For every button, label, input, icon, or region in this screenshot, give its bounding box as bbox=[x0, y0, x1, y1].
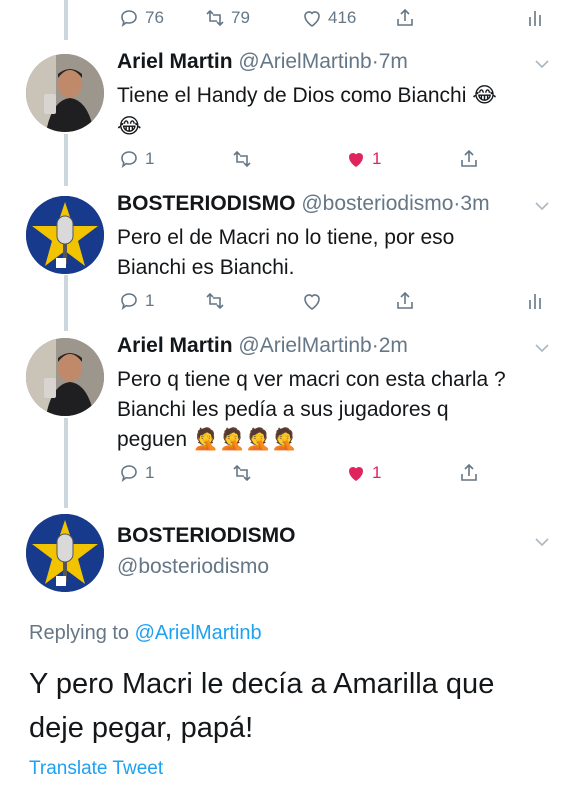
retweet-count: 79 bbox=[231, 8, 250, 27]
user-handle[interactable]: @bosteriodismo bbox=[117, 555, 269, 579]
tweet-text-line: Bianchi les pedía a sus jugadores q bbox=[117, 398, 449, 421]
chevron-down-icon[interactable] bbox=[532, 532, 552, 552]
share-button[interactable] bbox=[393, 6, 417, 30]
tweet-actions: 1 1 bbox=[0, 147, 576, 177]
tweet-actions: 1 1 bbox=[0, 461, 576, 491]
reply-button[interactable]: 1 bbox=[117, 147, 154, 171]
like-button[interactable] bbox=[300, 289, 324, 313]
avatar[interactable] bbox=[26, 54, 104, 132]
reply-count: 1 bbox=[145, 463, 155, 482]
user-handle[interactable]: @ArielMartinb bbox=[238, 50, 371, 73]
reply-icon bbox=[121, 465, 137, 482]
translate-tweet-link[interactable]: Translate Tweet bbox=[29, 758, 163, 780]
tweet-header: BOSTERIODISMO @bosteriodismo·3m bbox=[117, 192, 490, 216]
like-count: 416 bbox=[328, 8, 357, 27]
timestamp: 2m bbox=[378, 334, 408, 357]
avatar[interactable] bbox=[26, 196, 104, 274]
display-name[interactable]: BOSTERIODISMO bbox=[117, 192, 296, 215]
user-handle[interactable]: @bosteriodismo bbox=[301, 192, 453, 215]
like-button[interactable]: 416 bbox=[300, 6, 356, 30]
like-button[interactable]: 1 bbox=[344, 461, 381, 485]
reply-icon bbox=[121, 293, 137, 310]
avatar[interactable] bbox=[26, 514, 104, 592]
tweet[interactable]: Ariel Martin @ArielMartinb·7m Tiene el H… bbox=[0, 50, 576, 190]
share-icon bbox=[461, 463, 477, 481]
replying-to-label: Replying to bbox=[29, 622, 130, 644]
tweet[interactable]: BOSTERIODISMO @bosteriodismo·3m Pero el … bbox=[0, 192, 576, 332]
reply-button[interactable]: 1 bbox=[117, 461, 154, 485]
tweet-text-line: 😂 bbox=[117, 114, 142, 138]
analytics-icon bbox=[529, 294, 541, 309]
heart-icon bbox=[304, 294, 320, 310]
chevron-down-icon[interactable] bbox=[532, 338, 552, 358]
tweet-text-line: peguen 🤦🤦🤦🤦 bbox=[117, 428, 298, 451]
avatar-image bbox=[26, 514, 104, 592]
analytics-button[interactable] bbox=[524, 6, 548, 30]
display-name[interactable]: BOSTERIODISMO bbox=[117, 524, 296, 548]
tweet-text-line: Y pero Macri le decía a Amarilla que bbox=[29, 668, 495, 700]
heart-icon bbox=[304, 11, 320, 27]
tweet-text: Pero q tiene q ver macri con esta charla… bbox=[117, 365, 547, 455]
tweet-header: Ariel Martin @ArielMartinb·2m bbox=[117, 334, 408, 358]
mention-link[interactable]: @ArielMartinb bbox=[135, 622, 262, 644]
tweet-header: Ariel Martin @ArielMartinb·7m bbox=[117, 50, 408, 74]
reply-count: 76 bbox=[145, 8, 164, 27]
retweet-button[interactable] bbox=[230, 461, 254, 485]
share-icon bbox=[397, 291, 413, 309]
timestamp: 7m bbox=[378, 50, 408, 73]
like-count: 1 bbox=[372, 463, 382, 482]
avatar[interactable] bbox=[26, 338, 104, 416]
heart-filled-icon bbox=[349, 467, 363, 481]
retweet-button[interactable]: 79 bbox=[203, 6, 250, 30]
retweet-icon bbox=[206, 292, 224, 310]
timestamp: 3m bbox=[460, 192, 490, 215]
tweet-text-line: deje pegar, papá! bbox=[29, 712, 254, 744]
tweet-actions: 76 79 416 bbox=[0, 6, 576, 36]
reply-count: 1 bbox=[145, 291, 155, 310]
replying-to: Replying to @ArielMartinb bbox=[29, 622, 262, 645]
heart-filled-icon bbox=[349, 153, 363, 167]
retweet-button[interactable] bbox=[230, 147, 254, 171]
retweet-icon bbox=[233, 150, 251, 168]
tweet-text-line: Pero q tiene q ver macri con esta charla… bbox=[117, 368, 506, 391]
user-handle[interactable]: @ArielMartinb bbox=[238, 334, 371, 357]
share-button[interactable] bbox=[393, 289, 417, 313]
tweet-actions: 1 bbox=[0, 289, 576, 319]
chevron-down-icon[interactable] bbox=[532, 54, 552, 74]
tweet-text: Pero el de Macri no lo tiene, por eso Bi… bbox=[117, 223, 547, 283]
tweet-text-line: Bianchi es Bianchi. bbox=[117, 256, 295, 279]
avatar-image bbox=[26, 54, 104, 132]
tweet-text-line: Tiene el Handy de Dios como Bianchi 😂 bbox=[117, 84, 497, 107]
retweet-icon bbox=[206, 9, 224, 27]
tweet-text: Tiene el Handy de Dios como Bianchi 😂 😂 bbox=[117, 81, 547, 141]
like-button[interactable]: 1 bbox=[344, 147, 381, 171]
display-name[interactable]: Ariel Martin bbox=[117, 50, 233, 73]
retweet-icon bbox=[233, 464, 251, 482]
main-tweet-text: Y pero Macri le decía a Amarilla que dej… bbox=[29, 662, 549, 750]
share-button[interactable] bbox=[457, 147, 481, 171]
tweet[interactable]: Ariel Martin @ArielMartinb·2m Pero q tie… bbox=[0, 334, 576, 504]
share-button[interactable] bbox=[457, 461, 481, 485]
retweet-button[interactable] bbox=[203, 289, 227, 313]
avatar-image bbox=[26, 196, 104, 274]
avatar-image bbox=[26, 338, 104, 416]
analytics-icon bbox=[529, 11, 541, 26]
separator-dot: · bbox=[371, 334, 379, 357]
separator-dot: · bbox=[371, 50, 379, 73]
reply-icon bbox=[121, 10, 137, 27]
reply-button[interactable]: 1 bbox=[117, 289, 154, 313]
display-name[interactable]: Ariel Martin bbox=[117, 334, 233, 357]
reply-icon bbox=[121, 151, 137, 168]
reply-button[interactable]: 76 bbox=[117, 6, 164, 30]
share-icon bbox=[397, 8, 413, 26]
chevron-down-icon[interactable] bbox=[532, 196, 552, 216]
reply-count: 1 bbox=[145, 149, 155, 168]
like-count: 1 bbox=[372, 149, 382, 168]
analytics-button[interactable] bbox=[524, 289, 548, 313]
tweet-text-line: Pero el de Macri no lo tiene, por eso bbox=[117, 226, 455, 249]
share-icon bbox=[461, 149, 477, 167]
